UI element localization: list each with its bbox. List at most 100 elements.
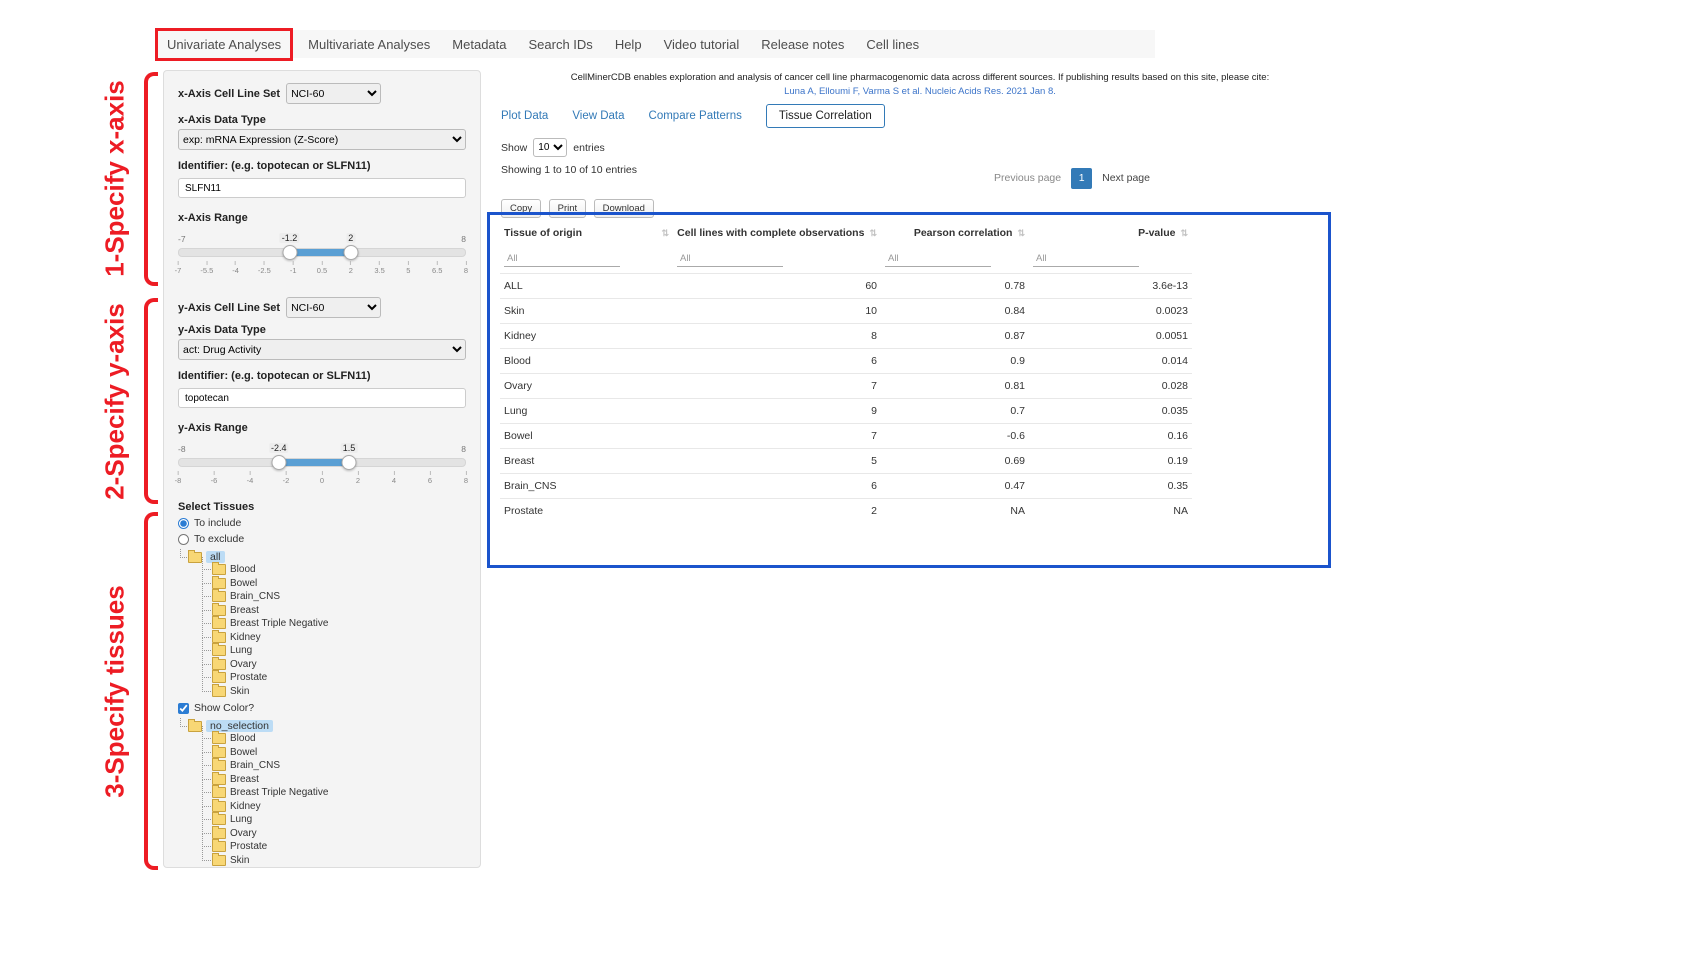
slider-handle-low[interactable] (282, 245, 297, 260)
sort-icon[interactable]: ⇅ (869, 228, 877, 238)
table-row[interactable]: Skin100.840.0023 (500, 299, 1192, 324)
table-row[interactable]: ALL600.783.6e-13 (500, 274, 1192, 299)
folder-icon (212, 774, 226, 785)
x-range-label: x-Axis Range (178, 212, 466, 224)
y-range-slider[interactable]: -8 8 -2.4 1.5 -8 -6 -4 -2 0 2 4 6 8 (178, 458, 466, 487)
nav-multivariate-analyses[interactable]: Multivariate Analyses (297, 37, 441, 52)
slider-handle-low[interactable] (272, 455, 287, 470)
select-tissues-label: Select Tissues (178, 501, 466, 513)
tab-view-data[interactable]: View Data (572, 110, 624, 122)
x-data-type-select[interactable]: exp: mRNA Expression (Z-Score) (178, 129, 466, 150)
prev-page-button[interactable]: Previous page (994, 172, 1061, 184)
sort-icon[interactable]: ⇅ (1017, 228, 1025, 238)
table-row[interactable]: Prostate2NANA (500, 499, 1192, 524)
table-row[interactable]: Ovary70.810.028 (500, 374, 1192, 399)
nav-metadata[interactable]: Metadata (441, 37, 517, 52)
tissue-node-kidney[interactable]: Kidney (200, 631, 466, 645)
slider-max-label: 8 (461, 444, 466, 454)
tissue-node-brain-cns[interactable]: Brain_CNS (200, 590, 466, 604)
annotation-bracket-1 (144, 72, 158, 286)
tissue-node-ovary[interactable]: Ovary (200, 827, 466, 841)
tissue-node-prostate[interactable]: Prostate (200, 840, 466, 854)
tree-root-all[interactable]: all (178, 551, 466, 563)
slider-handle-high[interactable] (343, 245, 358, 260)
annotation-step3-label: 3-Specify tissues (100, 542, 131, 842)
nav-univariate-analyses[interactable]: Univariate Analyses (155, 28, 293, 61)
x-range-slider[interactable]: -7 8 -1.2 2 -7 -5.5 -4 -2.5 -1 0.5 2 3.5… (178, 248, 466, 277)
slider-track[interactable] (178, 248, 466, 257)
nav-search-ids[interactable]: Search IDs (518, 37, 604, 52)
x-cell-line-set-label: x-Axis Cell Line Set (178, 88, 280, 100)
to-exclude-radio[interactable] (178, 534, 189, 545)
nav-release-notes[interactable]: Release notes (750, 37, 855, 52)
slider-handle-high[interactable] (341, 455, 356, 470)
tissue-node-breast[interactable]: Breast (200, 773, 466, 787)
tree-root-no-selection[interactable]: no_selection (178, 720, 466, 732)
tissue-node-skin[interactable]: Skin (200, 685, 466, 699)
tissue-node-lung[interactable]: Lung (200, 644, 466, 658)
col-header-pearson-correlation[interactable]: Pearson correlation⇅ (881, 221, 1029, 245)
col-header-tissue-of-origin[interactable]: Tissue of origin⇅ (500, 221, 673, 245)
table-row[interactable]: Lung90.70.035 (500, 399, 1192, 424)
nav-cell-lines[interactable]: Cell lines (855, 37, 930, 52)
citation-link[interactable]: Luna A, Elloumi F, Varma S et al. Nuclei… (495, 86, 1345, 97)
tissue-node-breast-triple-negative[interactable]: Breast Triple Negative (200, 786, 466, 800)
y-data-type-select[interactable]: act: Drug Activity (178, 339, 466, 360)
tissue-node-blood[interactable]: Blood (200, 732, 466, 746)
tissue-node-ovary[interactable]: Ovary (200, 658, 466, 672)
filter-tissue-input[interactable] (504, 251, 620, 267)
tab-tissue-correlation[interactable]: Tissue Correlation (766, 104, 885, 128)
folder-icon (212, 578, 226, 589)
sort-icon[interactable]: ⇅ (661, 228, 669, 239)
entries-label: entries (573, 142, 605, 154)
y-identifier-input[interactable] (178, 388, 466, 408)
tissue-node-kidney[interactable]: Kidney (200, 800, 466, 814)
col-header-cell-lines[interactable]: Cell lines with complete observations⇅ (673, 221, 881, 245)
tissue-node-bowel[interactable]: Bowel (200, 577, 466, 591)
tissue-node-blood[interactable]: Blood (200, 563, 466, 577)
col-header-p-value[interactable]: P-value⇅ (1029, 221, 1192, 245)
next-page-button[interactable]: Next page (1102, 172, 1150, 184)
folder-icon (212, 747, 226, 758)
folder-icon (212, 855, 226, 866)
sort-icon[interactable]: ⇅ (1180, 228, 1188, 238)
radio-to-exclude[interactable]: To exclude (178, 533, 466, 545)
y-cell-line-set-label: y-Axis Cell Line Set (178, 302, 280, 314)
tissue-node-breast-triple-negative[interactable]: Breast Triple Negative (200, 617, 466, 631)
filter-cell-lines-input[interactable] (677, 251, 783, 267)
tab-plot-data[interactable]: Plot Data (501, 110, 548, 122)
table-row[interactable]: Bowel7-0.60.16 (500, 424, 1192, 449)
tissue-node-lung[interactable]: Lung (200, 813, 466, 827)
slider-fill (290, 249, 351, 256)
show-color-checkbox[interactable] (178, 703, 189, 714)
filter-pearson-input[interactable] (885, 251, 991, 267)
x-identifier-input[interactable] (178, 178, 466, 198)
nav-video-tutorial[interactable]: Video tutorial (653, 37, 751, 52)
tissue-node-skin[interactable]: Skin (200, 854, 466, 868)
tissue-node-bowel[interactable]: Bowel (200, 746, 466, 760)
tab-compare-patterns[interactable]: Compare Patterns (649, 110, 742, 122)
slider-track[interactable] (178, 458, 466, 467)
tissue-node-prostate[interactable]: Prostate (200, 671, 466, 685)
slider-min-label: -8 (178, 444, 186, 454)
show-color-option[interactable]: Show Color? (178, 702, 466, 714)
folder-icon (212, 686, 226, 697)
table-row[interactable]: Blood60.90.014 (500, 349, 1192, 374)
to-include-radio[interactable] (178, 518, 189, 529)
table-row[interactable]: Kidney80.870.0051 (500, 324, 1192, 349)
table-row[interactable]: Breast50.690.19 (500, 449, 1192, 474)
entries-per-page-select[interactable]: 10 (533, 138, 567, 157)
nav-help[interactable]: Help (604, 37, 653, 52)
current-page-button[interactable]: 1 (1071, 168, 1092, 189)
slider-from-value: -2.4 (269, 443, 289, 453)
filter-p-value-input[interactable] (1033, 251, 1139, 267)
y-cell-line-set-select[interactable]: NCI-60 (286, 297, 381, 318)
slider-min-label: -7 (178, 234, 186, 244)
table-row[interactable]: Brain_CNS60.470.35 (500, 474, 1192, 499)
tissue-node-brain-cns[interactable]: Brain_CNS (200, 759, 466, 773)
tissue-node-breast[interactable]: Breast (200, 604, 466, 618)
pagination: Previous page 1 Next page (495, 168, 1150, 189)
table-header-row: Tissue of origin⇅ Cell lines with comple… (500, 221, 1192, 245)
x-cell-line-set-select[interactable]: NCI-60 (286, 83, 381, 104)
radio-to-include[interactable]: To include (178, 517, 466, 529)
